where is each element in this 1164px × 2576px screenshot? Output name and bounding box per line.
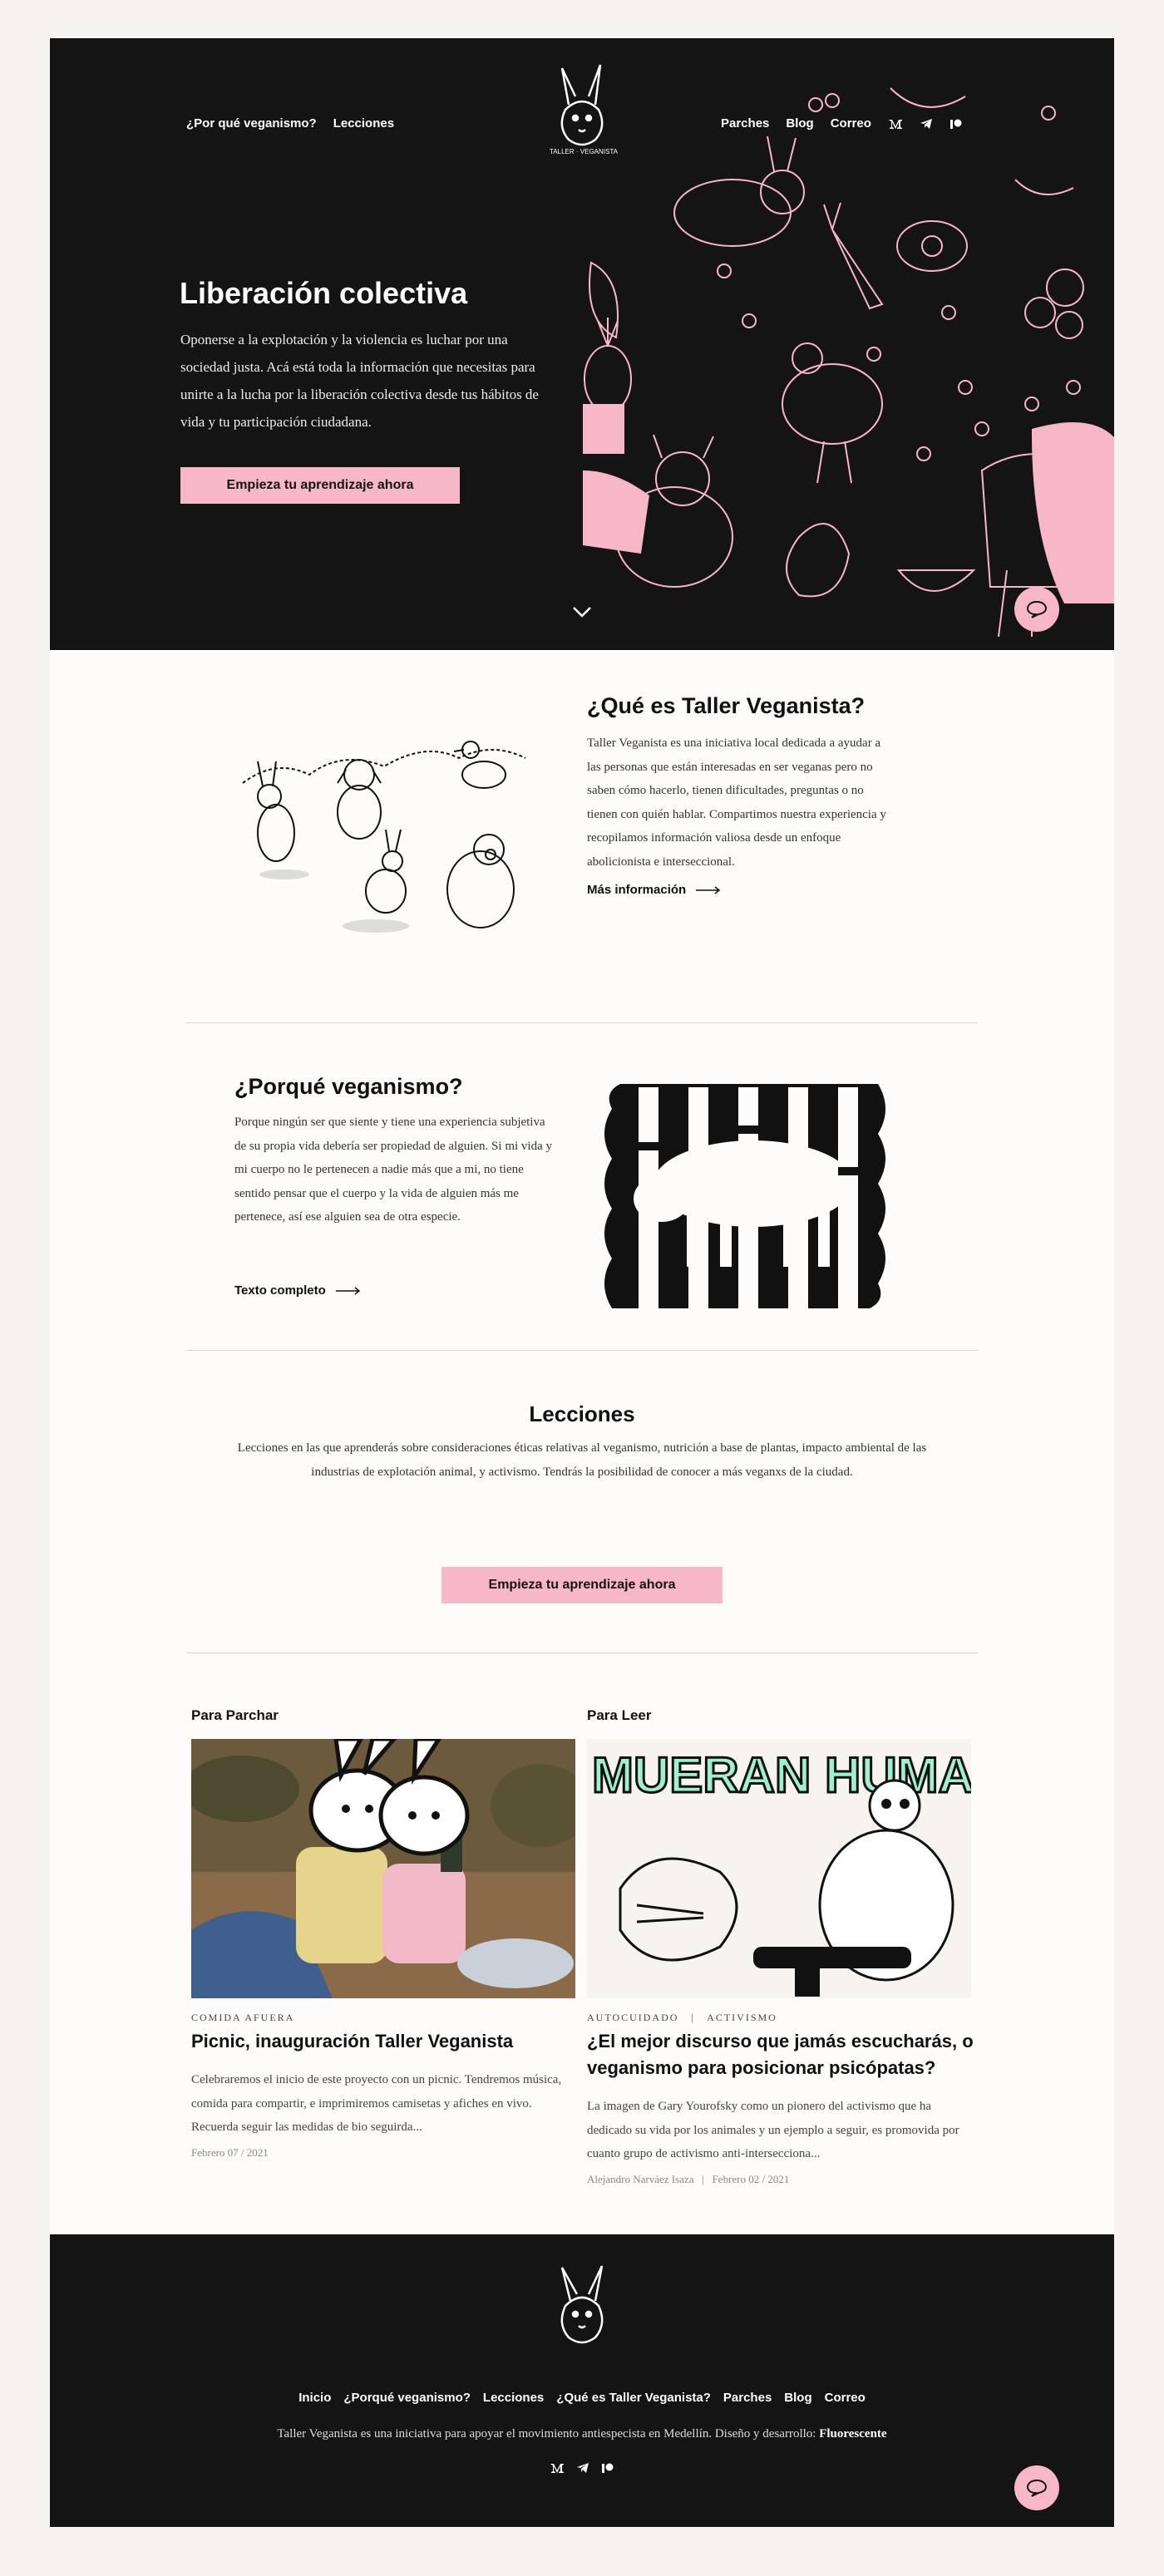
footer-nav-home[interactable]: Inicio — [298, 2391, 331, 2405]
about-text: Taller Veganista es una iniciativa local… — [587, 736, 886, 869]
chevron-down-icon[interactable] — [570, 600, 594, 623]
chat-button[interactable] — [1014, 2465, 1059, 2510]
arrow-right-icon — [335, 1286, 360, 1295]
divider — [186, 1652, 978, 1653]
footer-nav-lessons[interactable]: Lecciones — [483, 2391, 544, 2405]
post-section-heading: Para Parchar — [191, 1707, 279, 1723]
nav-right: Parches Blog Correo — [721, 116, 963, 131]
why-more-label: Texto completo — [234, 1283, 326, 1298]
logo[interactable]: TALLER · VEGANISTA — [534, 57, 634, 156]
why-title: ¿Porqué veganismo? — [234, 1074, 463, 1099]
logo-text: TALLER · VEGANISTA — [550, 148, 619, 155]
post-excerpt: Celebraremos el inicio de este proyecto … — [191, 2073, 562, 2134]
about-title: ¿Qué es Taller Veganista? — [587, 693, 866, 718]
chat-icon — [1026, 2479, 1048, 2497]
arrow-right-icon — [696, 885, 721, 894]
divider — [186, 1350, 978, 1351]
nav-patches[interactable]: Parches — [721, 116, 769, 131]
page: ¿Por qué veganismo? Lecciones TALLER · V… — [50, 38, 1114, 2527]
post-title[interactable]: ¿El mejor discurso que jamás escucharás,… — [587, 2028, 976, 2081]
post-section-heading: Para Leer — [587, 1707, 652, 1723]
footer-nav-blog[interactable]: Blog — [784, 2391, 811, 2405]
footer-nav: Inicio ¿Porqué veganismo? Lecciones ¿Qué… — [50, 2391, 1114, 2405]
mueran-humanos-illustration: MUERAN HUMANOS! — [587, 1739, 971, 1998]
hero-text: Oponerse a la explotación y la violencia… — [180, 332, 539, 430]
post-meta: Alejandro Narváez Isaza | Febrero 02 / 2… — [587, 2173, 790, 2185]
lessons-title: Lecciones — [529, 1401, 635, 1426]
hero-cta-button[interactable]: Empieza tu aprendizaje ahora — [180, 467, 460, 504]
nav-left: ¿Por qué veganismo? Lecciones — [186, 116, 394, 131]
nav-lessons[interactable]: Lecciones — [333, 116, 394, 131]
lessons-text: Lecciones en las que aprenderás sobre co… — [237, 1441, 927, 1479]
lessons-cta-button[interactable]: Empieza tu aprendizaje ahora — [441, 1567, 723, 1603]
caged-pig-illustration — [604, 1084, 885, 1310]
post-tags: COMIDA AFUERA — [191, 2012, 295, 2023]
animals-illustration — [242, 741, 526, 933]
divider — [186, 1022, 978, 1023]
chat-button[interactable] — [1014, 587, 1059, 632]
why-text: Porque ningún ser que siente y tiene una… — [234, 1116, 552, 1224]
about-more-link[interactable]: Más información — [587, 883, 721, 897]
footer-credit-link[interactable]: Fluorescente — [819, 2427, 886, 2441]
picnic-photo — [191, 1739, 575, 1998]
footer-logo[interactable] — [547, 2263, 617, 2346]
medium-icon[interactable] — [888, 118, 903, 130]
footer-nav-patches[interactable]: Parches — [723, 2391, 772, 2405]
nav-blog[interactable]: Blog — [786, 116, 813, 131]
medium-icon[interactable] — [550, 2462, 565, 2474]
chat-icon — [1026, 600, 1048, 618]
post-image[interactable] — [191, 1739, 575, 1998]
why-more-link[interactable]: Texto completo — [234, 1283, 361, 1298]
footer — [50, 2234, 1114, 2527]
post-meta: Febrero 07 / 2021 — [191, 2146, 269, 2159]
patreon-icon[interactable] — [949, 118, 963, 130]
patreon-icon[interactable] — [601, 2462, 614, 2474]
footer-credit: Taller Veganista es una iniciativa para … — [50, 2427, 1114, 2441]
post-excerpt: La imagen de Gary Yourofsky como un pion… — [587, 2100, 959, 2160]
hero-section: ¿Por qué veganismo? Lecciones TALLER · V… — [50, 38, 1114, 650]
hero-title: Liberación colectiva — [180, 276, 468, 310]
footer-credit-text: Taller Veganista es una iniciativa para … — [277, 2427, 816, 2441]
footer-nav-why[interactable]: ¿Porqué veganismo? — [343, 2391, 471, 2405]
post-image[interactable]: MUERAN HUMANOS! — [587, 1739, 971, 1998]
post-tags: AUTOCUIDADO | ACTIVISMO — [587, 2012, 777, 2023]
footer-social-icons — [50, 2462, 1114, 2474]
about-more-label: Más información — [587, 883, 687, 897]
telegram-icon[interactable] — [920, 118, 933, 130]
nav-why-veganism[interactable]: ¿Por qué veganismo? — [186, 116, 317, 131]
footer-nav-about[interactable]: ¿Qué es Taller Veganista? — [556, 2391, 711, 2405]
footer-nav-mail[interactable]: Correo — [825, 2391, 866, 2405]
post-title[interactable]: Picnic, inauguración Taller Veganista — [191, 2028, 575, 2055]
telegram-icon[interactable] — [576, 2462, 589, 2474]
nav-mail[interactable]: Correo — [831, 116, 871, 131]
